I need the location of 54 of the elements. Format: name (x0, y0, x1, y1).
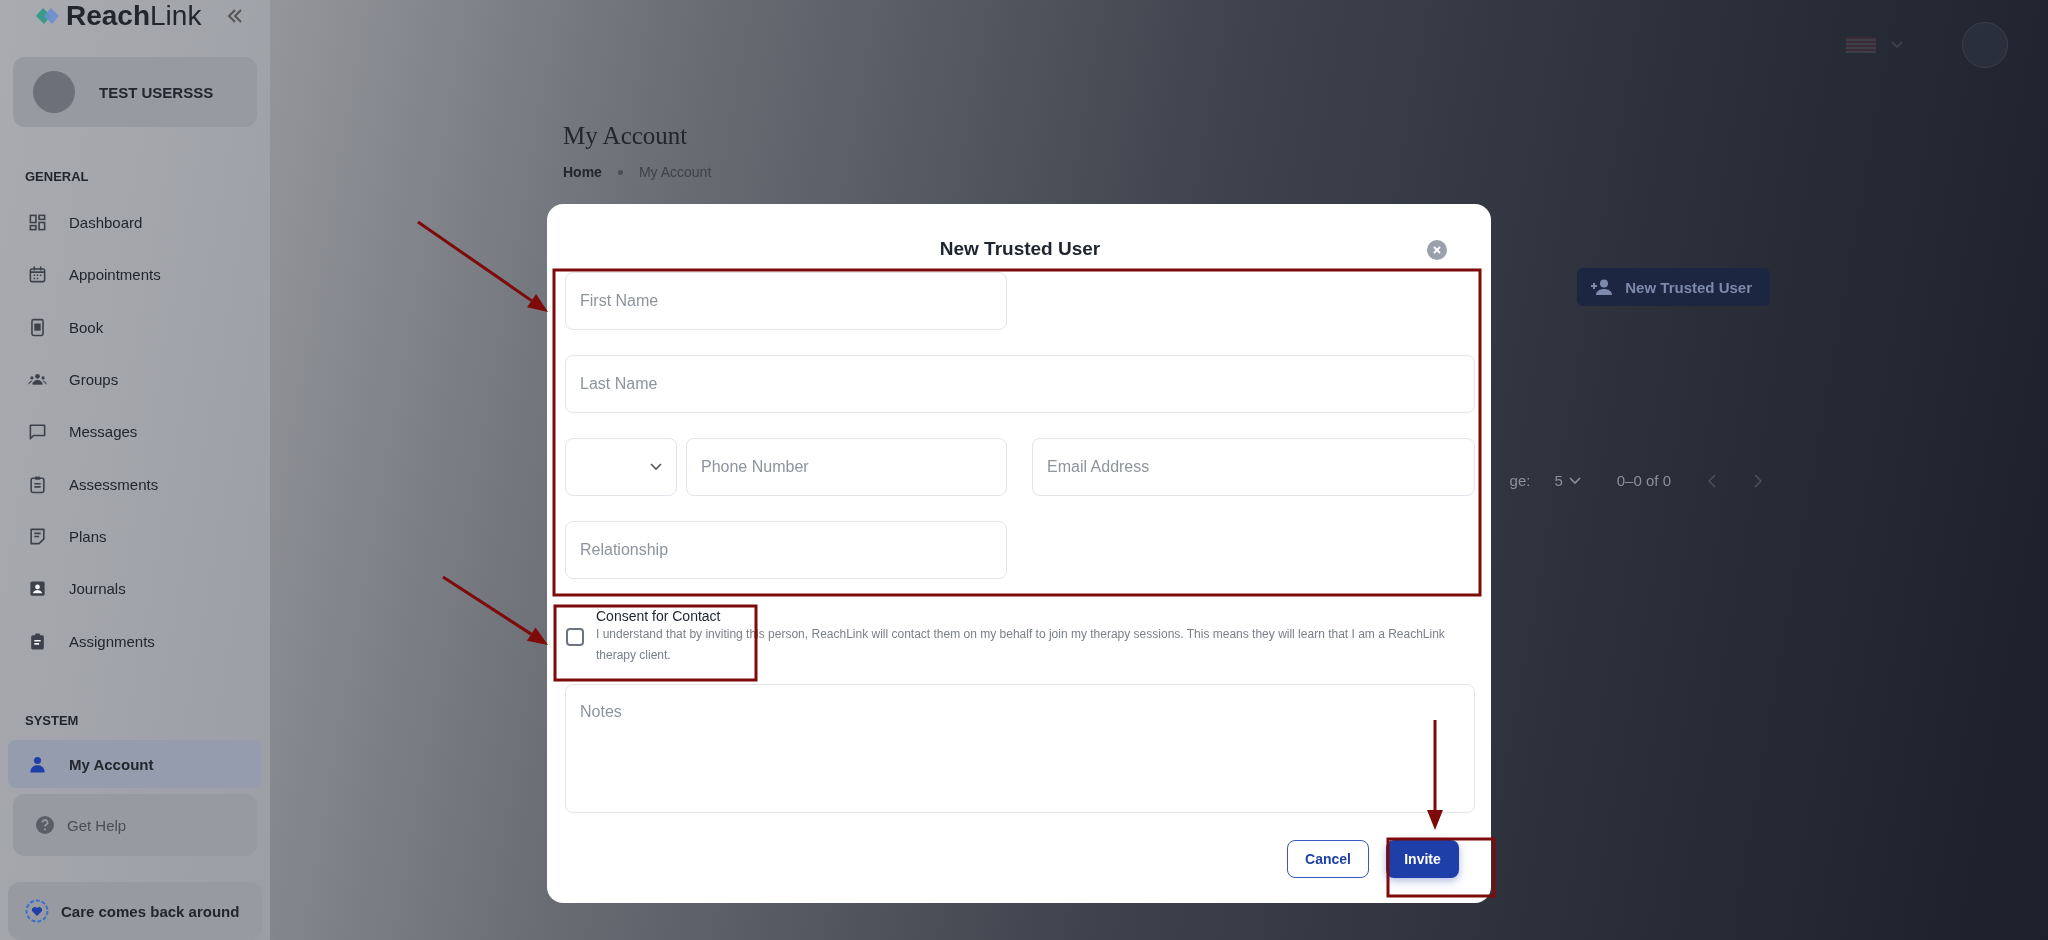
country-code-select[interactable] (565, 438, 677, 496)
close-icon (1433, 246, 1441, 254)
avatar-placeholder[interactable] (1962, 22, 2008, 68)
sidebar-item[interactable]: Messages (0, 405, 270, 459)
help-icon (35, 815, 55, 836)
sidebar-item[interactable]: Dashboard (0, 196, 270, 249)
sidebar-item[interactable]: Journals (0, 562, 270, 615)
chevron-down-icon (1568, 476, 1581, 485)
consent-checkbox[interactable] (566, 628, 584, 646)
person-icon (28, 754, 47, 774)
menu-item-icon (28, 579, 47, 599)
chevron-right-icon[interactable] (1753, 473, 1763, 488)
user-name: TEST USERSSS (99, 83, 214, 101)
cancel-button[interactable]: Cancel (1287, 840, 1369, 878)
tagline: Care comes back around (61, 902, 240, 920)
avatar-placeholder (33, 71, 75, 114)
dialog-title: New Trusted User (939, 238, 1101, 261)
menu-item-icon (28, 213, 47, 233)
sidebar-item[interactable]: Groups (0, 353, 270, 406)
page-range: 0–0 of 0 (1616, 472, 1671, 489)
sidebar-item[interactable]: My Account (8, 740, 262, 789)
menu-item-icon (28, 474, 47, 494)
page-title: My Account (563, 122, 688, 150)
input-field[interactable]: Email Address (1032, 438, 1475, 496)
input-field[interactable]: Relationship (565, 521, 1007, 579)
sidebar-item[interactable]: Plans (0, 510, 270, 563)
notes-field[interactable]: Notes (565, 684, 1475, 813)
user-card[interactable]: TEST USERSSS (13, 56, 257, 128)
chevron-down-icon (650, 463, 662, 471)
breadcrumb-link[interactable]: Home (563, 164, 602, 180)
chevron-down-icon[interactable] (1890, 40, 1904, 50)
sidebar-item[interactable]: Book (0, 301, 270, 354)
close-button[interactable] (1427, 240, 1447, 260)
menu-item-icon (28, 317, 47, 337)
section-heading: SYSTEM (25, 713, 80, 729)
rows-per-page-label: ge: (1509, 472, 1531, 489)
new-trusted-user-button[interactable]: New Trusted User (1577, 268, 1770, 306)
consent-title: Consent for Contact (596, 608, 722, 624)
input-field[interactable]: Last Name (565, 355, 1475, 413)
sidebar-item[interactable]: Assignments (0, 615, 270, 668)
rows-per-page-select[interactable]: 5 (1554, 472, 1581, 489)
section-heading: GENERAL (25, 169, 90, 185)
sidebar-item[interactable]: Appointments (0, 248, 270, 302)
menu-item-icon (28, 265, 47, 285)
menu-item-icon (28, 422, 47, 442)
invite-button[interactable]: Invite (1386, 840, 1459, 878)
input-field[interactable]: Phone Number (686, 438, 1007, 496)
menu-item-icon (28, 631, 47, 651)
input-field[interactable]: First Name (565, 272, 1007, 330)
app-logo: ReachLink (66, 0, 202, 33)
chevron-left-icon[interactable] (1707, 473, 1717, 488)
menu-item-icon (28, 527, 47, 546)
add-person-icon (1591, 279, 1614, 295)
sidebar-item[interactable]: Assessments (0, 458, 270, 511)
